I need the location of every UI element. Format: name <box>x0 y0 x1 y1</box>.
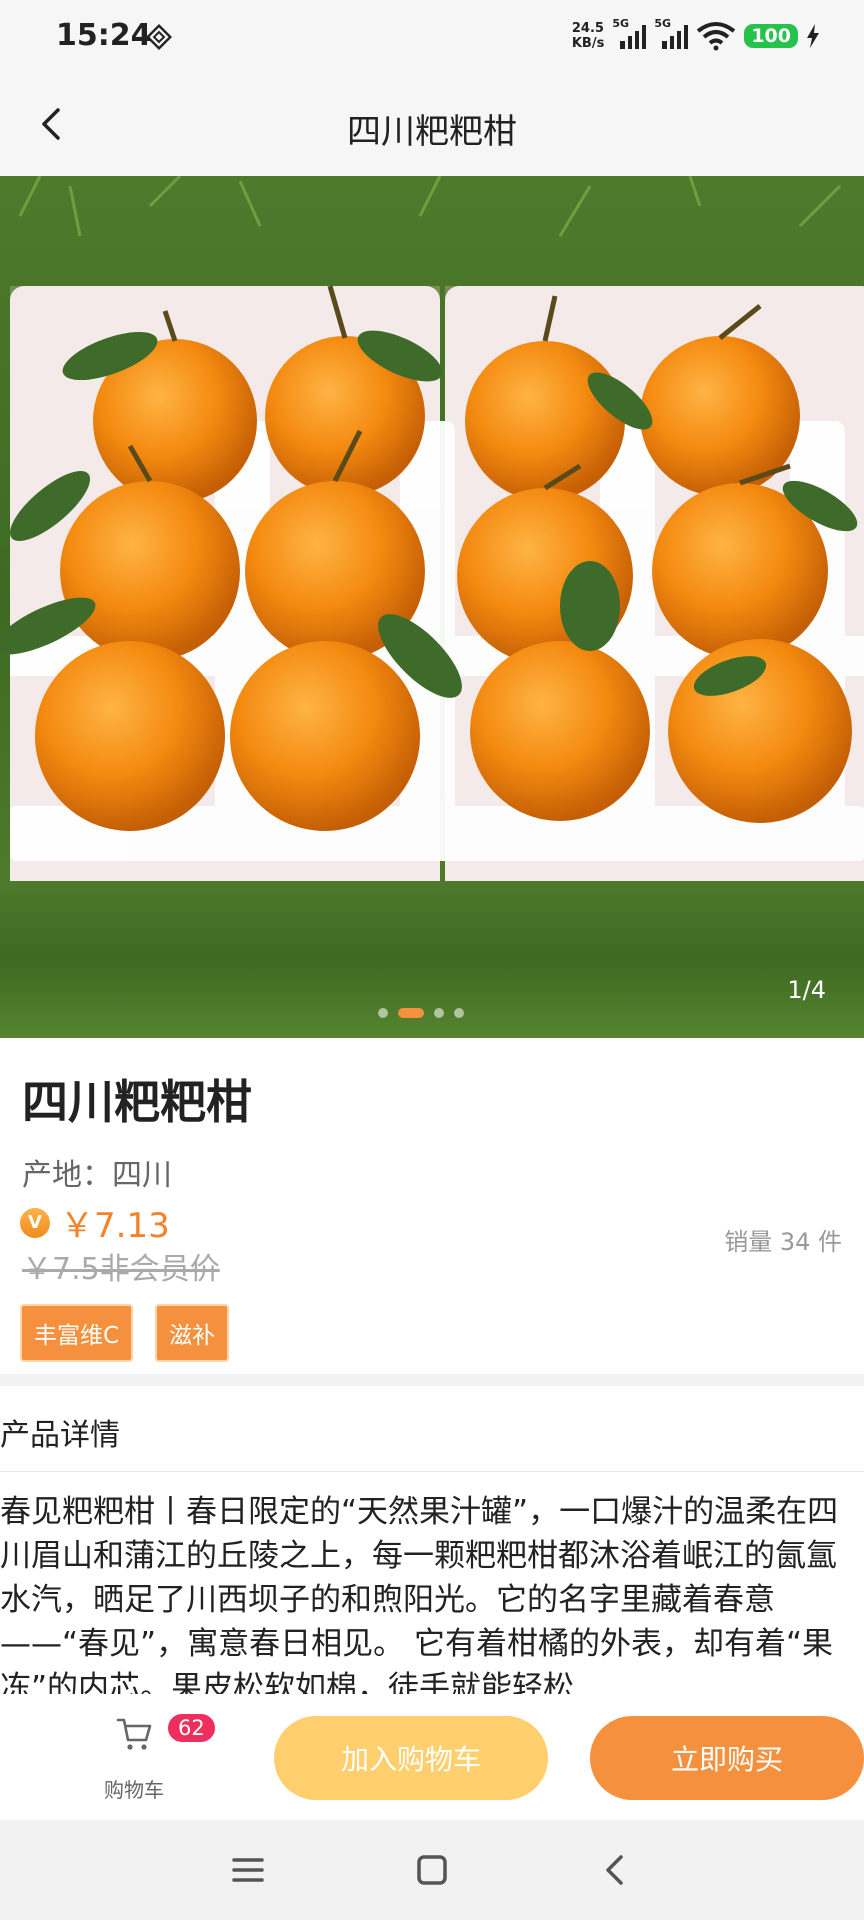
sim2-type: 5G <box>654 17 672 30</box>
product-name: 四川粑粑柑 <box>22 1075 252 1129</box>
status-indicators: 24.5 KB/s 5G 5G 100 <box>572 16 820 56</box>
product-origin: 产地：四川 <box>22 1158 172 1193</box>
page-title: 四川粑粑柑 <box>347 112 517 152</box>
member-price: ￥7.13 <box>60 1206 170 1246</box>
sim1-type: 5G <box>612 17 630 30</box>
product-photo <box>0 176 864 1038</box>
network-speed-unit: KB/s <box>571 36 605 51</box>
network-speed: 24.5 KB/s <box>572 21 604 51</box>
product-tags: 丰富维C 滋补 <box>20 1304 230 1362</box>
carousel-dot[interactable] <box>454 1008 464 1018</box>
menu-icon[interactable] <box>228 1850 268 1890</box>
network-speed-value: 24.5 <box>571 21 604 36</box>
signal-sim1-icon: 5G <box>612 17 647 49</box>
price-row: V ￥7.13 <box>20 1198 170 1247</box>
system-nav-bar <box>0 1820 864 1920</box>
product-info: 四川粑粑柑 产地：四川 V ￥7.13 ￥7.5非会员价 销量 34 件 丰富维… <box>0 1038 864 1374</box>
page-header: 四川粑粑柑 <box>0 74 864 176</box>
carousel-dot[interactable] <box>378 1008 388 1018</box>
wifi-icon <box>697 22 736 51</box>
battery-indicator: 100 <box>744 24 798 48</box>
product-tag: 滋补 <box>155 1304 230 1362</box>
detail-section-header: 产品详情 <box>0 1386 864 1472</box>
add-to-cart-button[interactable]: 加入购物车 <box>274 1716 548 1800</box>
status-time: 15:24 <box>56 18 152 53</box>
product-tag: 丰富维C <box>20 1304 134 1362</box>
detail-title: 产品详情 <box>0 1418 120 1453</box>
vip-badge-icon: V <box>20 1207 50 1238</box>
charging-icon <box>807 24 819 48</box>
cart-label[interactable]: 购物车 <box>104 1774 164 1803</box>
sales-count: 销量 34 件 <box>724 1228 842 1256</box>
buy-now-button[interactable]: 立即购买 <box>590 1716 864 1800</box>
detail-description: 春见粑粑柑丨春日限定的“天然果汁罐”，一口爆汁的温柔在四川眉山和蒲江的丘陵之上，… <box>0 1494 839 1694</box>
section-divider <box>0 1374 864 1386</box>
cart-icon[interactable] <box>116 1716 154 1752</box>
product-image-carousel[interactable]: 1/4 <box>0 176 864 1038</box>
back-icon[interactable] <box>596 1850 636 1890</box>
notification-diamond-icon <box>146 24 172 50</box>
bottom-action-bar: 62 购物车 加入购物车 立即购买 <box>0 1694 864 1820</box>
carousel-dot-active[interactable] <box>398 1008 424 1018</box>
status-bar: 15:24 24.5 KB/s 5G 5G 100 <box>0 0 864 74</box>
home-icon[interactable] <box>412 1850 452 1890</box>
cart-count-badge: 62 <box>166 1712 217 1744</box>
image-counter: 1/4 <box>787 976 826 1004</box>
carousel-dot[interactable] <box>434 1008 444 1018</box>
signal-sim2-icon: 5G <box>654 17 689 49</box>
original-price: ￥7.5非会员价 <box>22 1252 220 1287</box>
carousel-dots <box>378 1008 464 1018</box>
